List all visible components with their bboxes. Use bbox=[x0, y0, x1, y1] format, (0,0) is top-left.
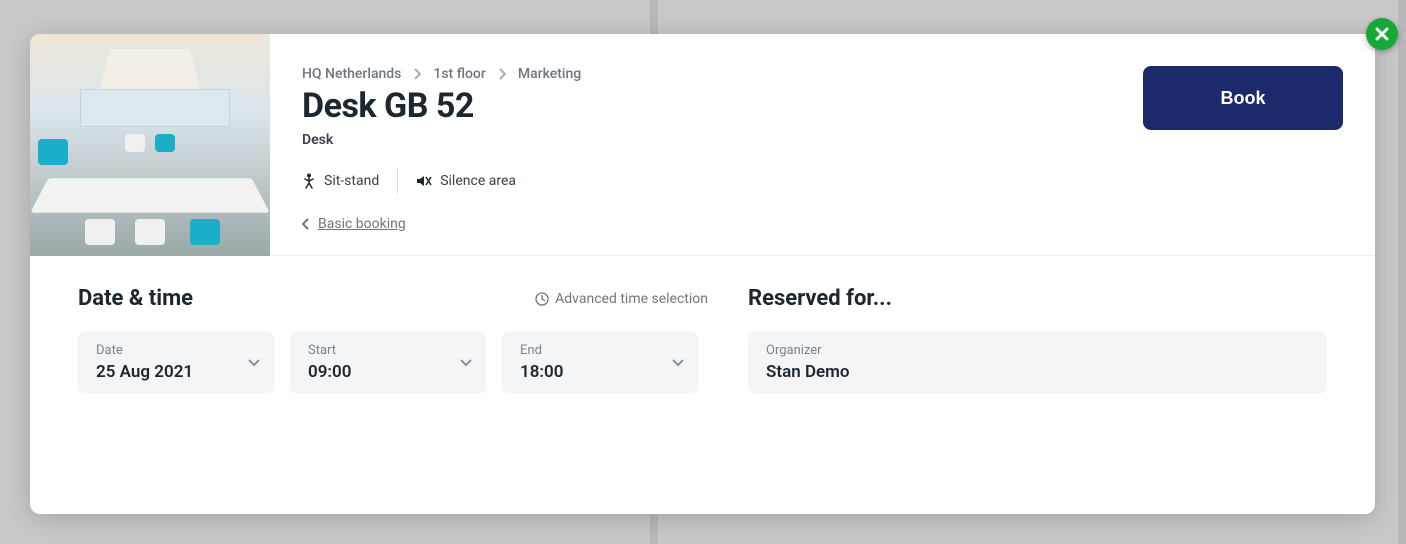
feature-label: Sit-stand bbox=[324, 173, 379, 189]
basic-booking-link[interactable]: Basic booking bbox=[302, 216, 1343, 232]
field-value: 09:00 bbox=[308, 362, 468, 382]
feature-list: Sit-stand Silence area bbox=[302, 168, 1343, 194]
feature-label: Silence area bbox=[440, 173, 516, 189]
room-photo bbox=[30, 34, 270, 256]
modal-header: HQ Netherlands 1st floor Marketing Desk … bbox=[30, 34, 1375, 256]
person-icon bbox=[302, 173, 316, 189]
end-time-picker[interactable]: End 18:00 bbox=[502, 331, 698, 394]
organizer-field[interactable]: Organizer Stan Demo bbox=[748, 331, 1327, 394]
close-button[interactable] bbox=[1366, 18, 1398, 50]
breadcrumb-location[interactable]: HQ Netherlands bbox=[302, 66, 401, 82]
booking-modal: HQ Netherlands 1st floor Marketing Desk … bbox=[30, 34, 1375, 514]
chevron-right-icon bbox=[498, 68, 506, 80]
advanced-time-link[interactable]: Advanced time selection bbox=[535, 291, 708, 307]
close-icon bbox=[1375, 27, 1389, 41]
field-label: Organizer bbox=[766, 343, 1309, 358]
back-link-label: Basic booking bbox=[318, 216, 406, 232]
field-value: Stan Demo bbox=[766, 362, 1309, 382]
breadcrumb-floor[interactable]: 1st floor bbox=[433, 66, 485, 82]
book-button[interactable]: Book bbox=[1143, 66, 1343, 130]
chevron-down-icon bbox=[248, 359, 260, 367]
chevron-down-icon bbox=[672, 359, 684, 367]
date-time-section: Date & time Advanced time selection Date… bbox=[78, 286, 708, 484]
clock-icon bbox=[535, 292, 549, 306]
feature-sit-stand: Sit-stand bbox=[302, 173, 397, 189]
breadcrumb-area[interactable]: Marketing bbox=[518, 66, 581, 82]
field-label: Start bbox=[308, 343, 468, 358]
modal-body: Date & time Advanced time selection Date… bbox=[30, 256, 1375, 514]
mute-icon bbox=[416, 174, 432, 188]
chevron-right-icon bbox=[413, 68, 421, 80]
section-title-datetime: Date & time bbox=[78, 286, 193, 311]
chevron-down-icon bbox=[460, 359, 472, 367]
header-content: HQ Netherlands 1st floor Marketing Desk … bbox=[270, 34, 1375, 255]
date-picker[interactable]: Date 25 Aug 2021 bbox=[78, 331, 274, 394]
section-title-reserved: Reserved for... bbox=[748, 286, 892, 311]
field-value: 25 Aug 2021 bbox=[96, 362, 256, 382]
field-label: End bbox=[520, 343, 680, 358]
reserved-for-section: Reserved for... Organizer Stan Demo bbox=[748, 286, 1327, 484]
field-value: 18:00 bbox=[520, 362, 680, 382]
resource-type: Desk bbox=[302, 132, 1343, 148]
chevron-left-icon bbox=[302, 218, 310, 230]
field-label: Date bbox=[96, 343, 256, 358]
advanced-time-label: Advanced time selection bbox=[555, 291, 708, 307]
feature-silence: Silence area bbox=[398, 173, 534, 189]
start-time-picker[interactable]: Start 09:00 bbox=[290, 331, 486, 394]
